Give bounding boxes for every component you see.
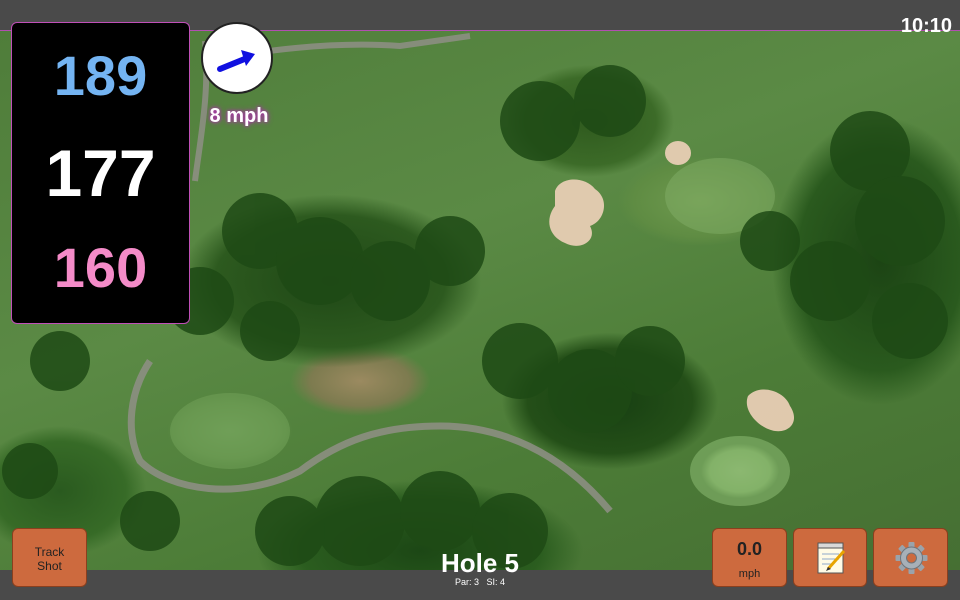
hole-par: Par: 3 bbox=[454, 577, 479, 587]
speed-unit: mph bbox=[738, 568, 761, 580]
distance-front: 160 bbox=[53, 236, 148, 299]
track-shot-button[interactable]: Track Shot bbox=[12, 528, 87, 587]
notes-button[interactable] bbox=[793, 528, 867, 587]
hole-title: Hole 5 bbox=[440, 548, 520, 578]
distance-middle: 177 bbox=[45, 136, 156, 210]
speed-value: 0.0 bbox=[736, 539, 763, 559]
wind-arrow-icon bbox=[217, 50, 255, 72]
wind-speed: 8 mph bbox=[209, 105, 269, 127]
hole-info: Par: 3 SI: 4 bbox=[380, 577, 580, 587]
track-shot-label: Track Shot bbox=[34, 545, 65, 573]
distance-panel: 189 177 160 bbox=[11, 22, 190, 324]
hole-si: SI: 4 bbox=[486, 577, 506, 587]
notepad-icon bbox=[817, 542, 846, 574]
clock: 10:10 bbox=[900, 15, 952, 37]
wind-indicator bbox=[201, 22, 273, 94]
settings-button[interactable] bbox=[873, 528, 948, 587]
wind-speed-button[interactable]: 0.0 mph bbox=[712, 528, 787, 587]
gear-icon bbox=[895, 542, 928, 574]
distance-back: 189 bbox=[53, 44, 148, 107]
